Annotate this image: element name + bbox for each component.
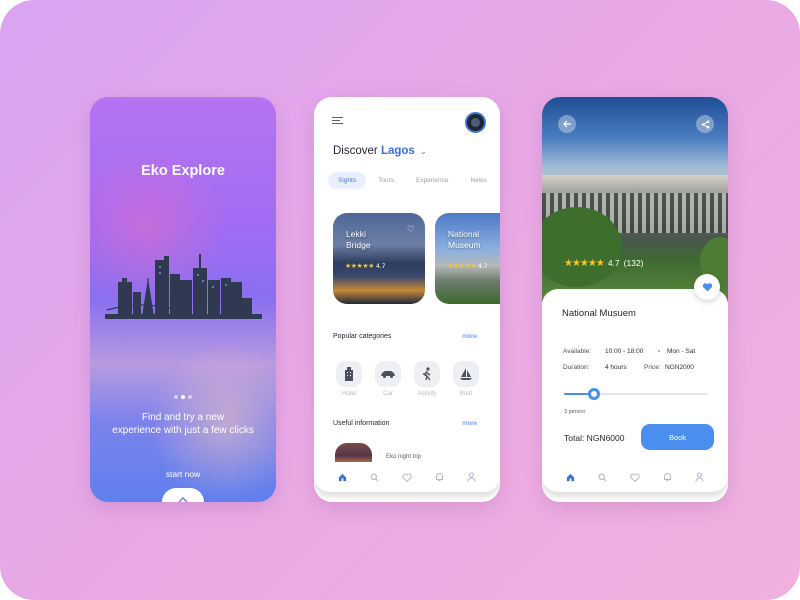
app-title: Eko Explore	[141, 163, 225, 179]
star-rating: ★★★★★ 4.7 (132)	[564, 258, 644, 269]
tagline-line-1: Find and try a new	[141, 412, 225, 423]
review-count: (132)	[623, 258, 644, 268]
useful-more-link[interactable]: more	[462, 420, 477, 427]
arrow-left-icon	[562, 120, 571, 128]
detail-screen: ★★★★★ 4.7 (132) National Musuem Available:…	[542, 97, 728, 502]
page-indicator	[90, 395, 276, 399]
category-label: Hotel	[341, 391, 356, 397]
price-label: Price:	[644, 364, 661, 371]
total-price: Total: NGN6000	[564, 433, 625, 443]
tagline-line-2: experience with just a few clicks	[112, 425, 254, 436]
info-item-title: Eko night trip	[386, 454, 422, 460]
category-hotel[interactable]: Hotel	[336, 361, 362, 397]
tagline: Find and try a new experience with just …	[100, 411, 266, 437]
available-time: 10:00 - 18:00	[605, 348, 644, 355]
rating-value: 4.7	[477, 263, 488, 270]
menu-icon[interactable]	[332, 117, 343, 125]
card-title: Lekki Bridge	[346, 229, 371, 251]
background-canvas: Eko Explore Find and try a new experienc…	[0, 0, 800, 600]
favorite-button[interactable]	[694, 274, 720, 300]
share-button[interactable]	[696, 115, 714, 133]
page-dot-active[interactable]	[181, 395, 185, 399]
category-activity[interactable]: Activity	[414, 361, 440, 397]
user-icon[interactable]	[695, 472, 704, 482]
star-rating: ★★★★★ 4.7	[447, 262, 488, 270]
category-car[interactable]: Car	[375, 361, 401, 397]
rating-value: 4.7	[607, 258, 620, 268]
discover-screen: Discover Lagos ⌄ Sights Tours Experience…	[314, 97, 500, 502]
card-title-line-1: National	[448, 229, 480, 239]
tab-tours[interactable]: Tours	[368, 172, 404, 189]
rating-value: 4.7	[375, 263, 386, 270]
separator-dot	[658, 350, 660, 352]
place-name: National Musuem	[562, 308, 636, 319]
chevron-up-icon	[178, 497, 188, 502]
search-icon[interactable]	[598, 473, 607, 482]
star-rating: ★★★★★ 4.7	[345, 262, 386, 270]
category-label: Car	[383, 391, 393, 397]
start-now-link[interactable]: start now	[90, 469, 276, 479]
pull-up-button[interactable]	[162, 488, 204, 502]
category-list: Hotel Car Activity Boat	[336, 361, 479, 397]
card-title-line-2: Museum	[448, 240, 481, 250]
bottom-navigation	[542, 462, 728, 492]
boat-icon	[460, 368, 472, 380]
person-count: 3 person	[564, 409, 586, 415]
person-slider[interactable]	[564, 388, 708, 400]
bell-icon[interactable]	[435, 472, 444, 482]
sight-card-national-museum[interactable]: National Museum ★★★★★ 4.7	[435, 213, 500, 304]
useful-information-title: Useful information	[333, 420, 390, 427]
page-title: Discover Lagos ⌄	[333, 145, 427, 157]
available-label: Available:	[563, 348, 592, 355]
user-icon[interactable]	[467, 472, 476, 482]
book-button[interactable]: Book	[641, 424, 714, 450]
city-selector[interactable]: Lagos	[381, 145, 415, 157]
card-title-line-2: Bridge	[346, 240, 371, 250]
building-icon	[345, 367, 353, 381]
heart-icon[interactable]: ♡	[407, 225, 415, 235]
tab-experience[interactable]: Experience	[406, 172, 459, 189]
available-days: Mon - Sat	[667, 348, 696, 355]
duration-label: Duration:	[563, 364, 590, 371]
sight-card-lekki-bridge[interactable]: Lekki Bridge ♡ ★★★★★ 4.7	[333, 213, 425, 304]
category-label: Activity	[417, 391, 437, 397]
category-tabs: Sights Tours Experience News	[328, 172, 497, 189]
avatar[interactable]	[465, 112, 486, 133]
share-icon	[701, 120, 709, 128]
card-title-line-1: Lekki	[346, 229, 366, 239]
home-icon[interactable]	[566, 473, 575, 482]
heart-icon	[702, 283, 712, 292]
lagos-skyline-illustration	[105, 254, 262, 319]
category-boat[interactable]: Boat	[453, 361, 479, 397]
heart-icon[interactable]	[402, 473, 412, 482]
page-dot[interactable]	[188, 395, 192, 399]
heading-prefix: Discover	[333, 145, 378, 157]
card-title: National Museum	[448, 229, 481, 251]
duration-value: 4 hours	[605, 364, 627, 371]
back-button[interactable]	[558, 115, 576, 133]
popular-more-link[interactable]: more	[462, 333, 477, 340]
tab-news[interactable]: News	[461, 172, 497, 189]
bottom-navigation	[314, 462, 500, 492]
page-dot[interactable]	[174, 395, 178, 399]
search-icon[interactable]	[370, 473, 379, 482]
heart-icon[interactable]	[630, 473, 640, 482]
chevron-down-icon[interactable]: ⌄	[420, 147, 427, 156]
category-label: Boat	[459, 391, 473, 397]
walking-icon	[423, 367, 431, 381]
popular-categories-title: Popular categories	[333, 333, 392, 340]
home-icon[interactable]	[338, 473, 347, 482]
splash-screen: Eko Explore Find and try a new experienc…	[90, 97, 276, 502]
bell-icon[interactable]	[663, 472, 672, 482]
car-icon	[381, 371, 395, 378]
price-value: NGN2000	[665, 364, 694, 371]
tab-sights[interactable]: Sights	[328, 172, 367, 189]
